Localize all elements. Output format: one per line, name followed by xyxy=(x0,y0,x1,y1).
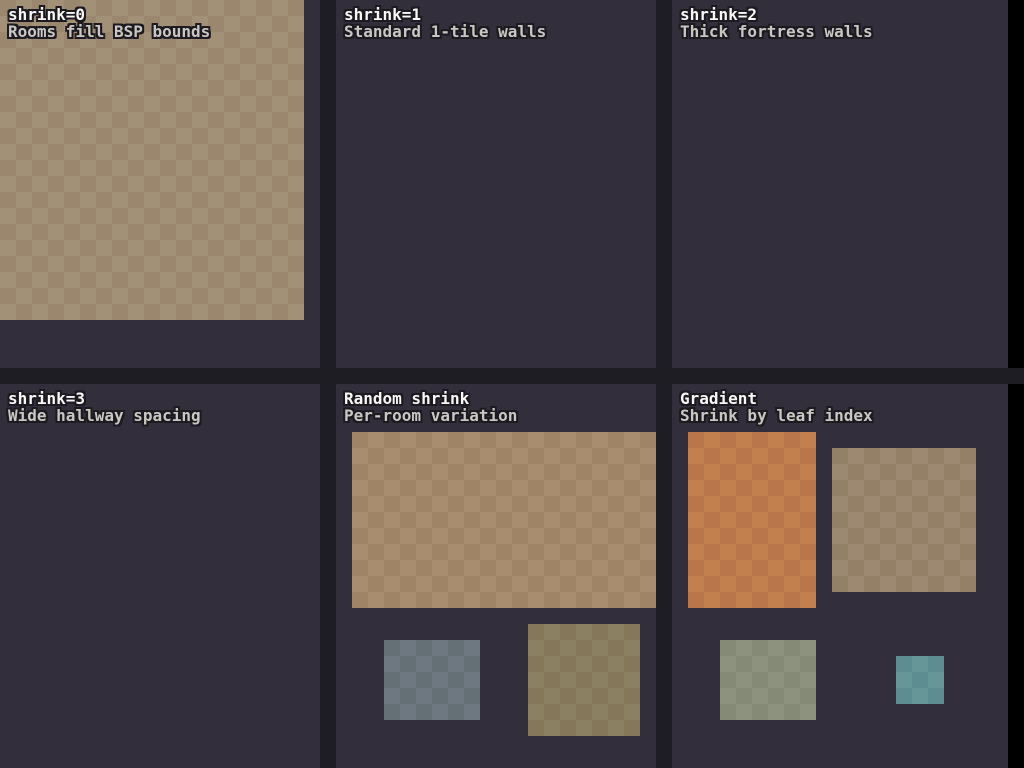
room-canvas xyxy=(0,384,320,768)
panel-title: shrink=1 xyxy=(344,6,546,23)
panel-title: shrink=3 xyxy=(8,390,201,407)
room-canvas xyxy=(336,384,656,768)
room-canvas xyxy=(0,0,320,368)
panel-random-shrink: Random shrink Per-room variation xyxy=(336,384,656,768)
room-rect xyxy=(688,432,816,608)
panel-title: Gradient xyxy=(680,390,873,407)
room-rect xyxy=(720,640,816,720)
panel-subtitle: Rooms fill BSP bounds xyxy=(8,23,210,40)
panel-shrink-0: shrink=0 Rooms fill BSP bounds xyxy=(0,0,320,368)
panel-subtitle: Shrink by leaf index xyxy=(680,407,873,424)
panel-title: shrink=0 xyxy=(8,6,210,23)
room-rect xyxy=(896,656,944,704)
right-letterbox-top xyxy=(1008,0,1024,368)
panel-subtitle: Thick fortress walls xyxy=(680,23,873,40)
panel-title: Random shrink xyxy=(344,390,517,407)
room-rect xyxy=(0,0,304,320)
panel-caption: Random shrink Per-room variation xyxy=(344,390,517,424)
bsp-shrink-comparison-grid: shrink=0 Rooms fill BSP bounds shrink=1 … xyxy=(0,0,1024,768)
room-rect xyxy=(528,624,640,736)
panel-title: shrink=2 xyxy=(680,6,873,23)
panel-gradient: Gradient Shrink by leaf index xyxy=(672,384,1008,768)
panel-caption: shrink=1 Standard 1-tile walls xyxy=(344,6,546,40)
panel-caption: shrink=3 Wide hallway spacing xyxy=(8,390,201,424)
panel-subtitle: Per-room variation xyxy=(344,407,517,424)
room-canvas xyxy=(336,0,656,368)
panel-shrink-1: shrink=1 Standard 1-tile walls xyxy=(336,0,656,368)
panel-caption: Gradient Shrink by leaf index xyxy=(680,390,873,424)
room-rect xyxy=(352,432,656,608)
panel-shrink-3: shrink=3 Wide hallway spacing xyxy=(0,384,320,768)
panel-shrink-2: shrink=2 Thick fortress walls xyxy=(672,0,1008,368)
right-letterbox-bottom xyxy=(1008,384,1024,768)
panel-subtitle: Standard 1-tile walls xyxy=(344,23,546,40)
room-rect xyxy=(384,640,480,720)
panel-caption: shrink=2 Thick fortress walls xyxy=(680,6,873,40)
room-rect xyxy=(832,448,976,592)
room-canvas xyxy=(672,0,1008,368)
room-canvas xyxy=(672,384,1008,768)
panel-subtitle: Wide hallway spacing xyxy=(8,407,201,424)
panel-caption: shrink=0 Rooms fill BSP bounds xyxy=(8,6,210,40)
